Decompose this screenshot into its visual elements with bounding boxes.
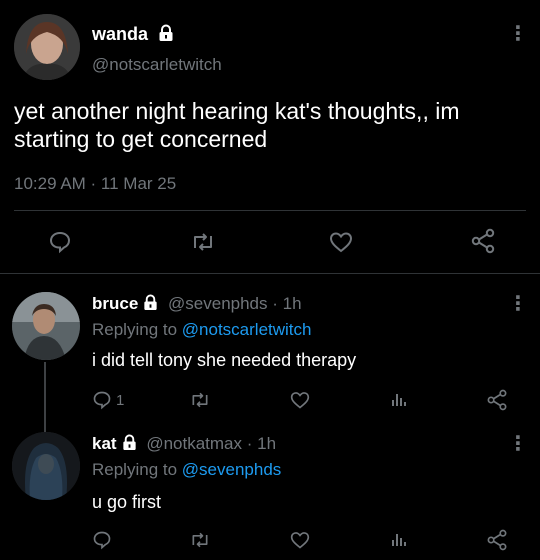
like-icon[interactable] bbox=[328, 230, 354, 254]
display-name[interactable]: bruce bbox=[92, 294, 138, 313]
reply-text: i did tell tony she needed therapy bbox=[92, 350, 357, 370]
share-icon[interactable] bbox=[486, 389, 508, 411]
thread-line bbox=[44, 362, 46, 432]
retweet-icon[interactable] bbox=[189, 390, 211, 410]
lock-icon bbox=[142, 294, 159, 316]
user-handle[interactable]: @notscarletwitch bbox=[92, 55, 222, 75]
retweet-icon[interactable] bbox=[189, 530, 211, 550]
user-handle[interactable]: @sevenphds bbox=[168, 294, 268, 313]
divider bbox=[14, 210, 526, 211]
views-icon[interactable] bbox=[389, 390, 409, 410]
avatar[interactable] bbox=[14, 14, 80, 80]
reply-count: 1 bbox=[116, 392, 125, 409]
replying-to-handle[interactable]: @notscarletwitch bbox=[182, 320, 312, 339]
views-icon[interactable] bbox=[389, 530, 409, 550]
lock-icon bbox=[157, 24, 175, 47]
dot-separator: · bbox=[267, 294, 283, 313]
reply-text: u go first bbox=[92, 492, 162, 512]
tweet-text: yet another night hearing kat's thoughts… bbox=[14, 98, 460, 152]
share-icon[interactable] bbox=[470, 228, 496, 254]
avatar[interactable] bbox=[12, 432, 80, 500]
user-handle[interactable]: @notkatmax bbox=[146, 434, 242, 453]
share-icon[interactable] bbox=[486, 529, 508, 551]
retweet-icon[interactable] bbox=[190, 230, 216, 254]
replying-to-label: Replying to bbox=[92, 320, 178, 339]
display-name[interactable]: wanda bbox=[92, 24, 148, 44]
dot-separator: · bbox=[242, 434, 258, 453]
relative-time: 1h bbox=[257, 434, 277, 453]
replying-to-handle[interactable]: @sevenphds bbox=[182, 460, 282, 479]
more-options-icon[interactable]: ⋮ bbox=[508, 24, 528, 44]
divider bbox=[0, 273, 540, 274]
like-icon[interactable] bbox=[289, 530, 311, 550]
like-icon[interactable] bbox=[289, 390, 311, 410]
replying-to-label: Replying to bbox=[92, 460, 178, 479]
reply-icon[interactable] bbox=[92, 530, 112, 550]
tweet-timestamp: 10:29 AM · 11 Mar 25 bbox=[14, 174, 177, 193]
more-options-icon[interactable]: ⋮ bbox=[508, 434, 528, 454]
display-name[interactable]: kat bbox=[92, 434, 117, 453]
lock-icon bbox=[121, 434, 138, 456]
more-options-icon[interactable]: ⋮ bbox=[508, 294, 528, 314]
reply-icon[interactable] bbox=[92, 390, 112, 410]
relative-time: 1h bbox=[282, 294, 302, 313]
reply-icon[interactable] bbox=[48, 230, 72, 254]
avatar[interactable] bbox=[12, 292, 80, 360]
